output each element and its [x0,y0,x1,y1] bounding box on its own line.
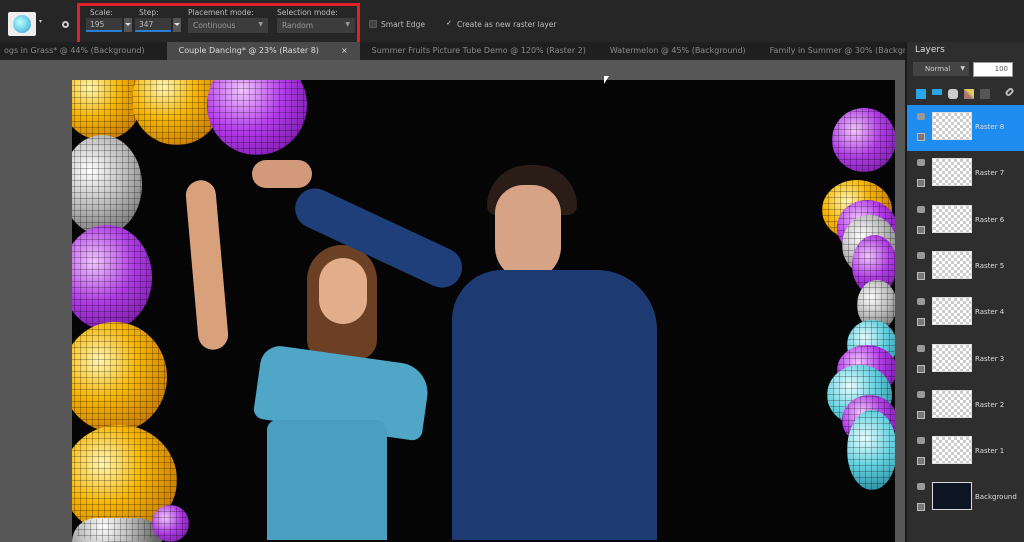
visibility-toggle-icon[interactable] [917,390,925,398]
disco-ball [847,410,895,490]
layer-lock-icon[interactable] [917,410,925,419]
visibility-toggle-icon[interactable] [917,159,925,167]
layer-name: Background [975,493,1017,502]
layer-lock-icon[interactable] [917,364,925,373]
placement-mode-label: Placement mode: [188,8,254,17]
layers-panel-title: Layers [915,45,945,55]
chevron-down-icon: ▼ [345,21,350,28]
visibility-toggle-icon[interactable] [917,298,925,306]
blend-mode-select[interactable]: Normal ▼ [913,62,969,76]
mouse-cursor-icon [604,76,609,84]
layers-panel: Layers Normal ▼ 100 Raster 8 Raster 7 Raste… [905,42,1024,542]
layer-thumbnail [932,436,972,465]
new-layer-label: Create as new raster layer [457,20,557,29]
layer-lock-icon[interactable] [917,457,925,466]
link-icon[interactable] [1004,86,1015,98]
step-spin-button[interactable] [173,18,181,32]
smart-edge-checkbox[interactable] [369,20,377,28]
layer-lock-icon[interactable] [917,271,925,280]
tab-dogs-in-grass[interactable]: ogs in Grass* @ 44% (Background) [0,42,157,60]
layer-row[interactable]: Raster 4 [907,290,1024,336]
settings-gear-icon[interactable] [62,21,69,28]
disco-ball [832,108,895,172]
tab-watermelon[interactable]: Watermelon @ 45% (Background) [598,42,758,60]
layer-lock-icon[interactable] [917,318,925,327]
new-mask-layer-icon[interactable] [948,89,958,99]
layer-name: Raster 3 [975,354,1005,363]
scale-spin-button[interactable] [124,18,132,32]
selection-mode-label: Selection mode: [277,8,338,17]
visibility-toggle-icon[interactable] [917,344,925,352]
layer-thumbnail [932,389,972,418]
layer-thumbnail [932,343,972,372]
man-figure [252,140,702,540]
layer-lock-icon[interactable] [917,503,925,512]
new-raster-layer-icon[interactable] [916,89,926,99]
layer-thumbnail [932,250,972,279]
layer-lock-icon[interactable] [917,133,925,141]
tab-family-in-summer[interactable]: Family in Summer @ 30% (Background) [758,42,905,60]
layer-thumbnail [932,158,972,187]
disco-ball [72,322,167,432]
disco-ball [72,80,142,140]
layer-name: Raster 5 [975,261,1005,270]
new-layer-checkbox[interactable]: ✓ [445,20,453,28]
tab-couple-dancing[interactable]: Couple Dancing* @ 23% (Raster 8) × [166,42,360,60]
disco-ball [152,505,189,542]
visibility-toggle-icon[interactable] [917,205,925,213]
visibility-toggle-icon[interactable] [917,483,925,491]
layer-thumbnail [932,297,972,326]
layer-thumbnail [932,482,972,511]
smart-edge-label: Smart Edge [381,20,425,29]
layer-row[interactable]: Raster 6 [907,198,1024,244]
step-input[interactable]: 347 [135,18,171,32]
tool-options-bar: ▾ Scale: 195 Step: 347 Placement mode: C… [0,0,1024,46]
tab-summer-fruits[interactable]: Summer Fruits Picture Tube Demo @ 120% (… [360,42,598,60]
opacity-input[interactable]: 100 [973,62,1013,77]
workspace [0,60,905,542]
layer-row[interactable]: Raster 1 [907,429,1024,475]
layer-row[interactable]: Raster 5 [907,244,1024,290]
disco-ball [72,518,162,542]
layer-name: Raster 6 [975,215,1005,224]
placement-mode-value: Continuous [193,21,236,30]
layer-thumbnail [932,204,972,233]
visibility-toggle-icon[interactable] [917,251,925,259]
blend-mode-value: Normal [925,65,951,73]
document-tabs: ogs in Grass* @ 44% (Background) Couple … [0,42,905,60]
layer-row[interactable]: Raster 8 [907,105,1024,151]
layer-name: Raster 8 [975,123,1005,131]
new-vector-layer-icon[interactable] [932,89,942,95]
close-icon[interactable]: × [341,46,348,55]
layer-lock-icon[interactable] [917,225,925,234]
layer-name: Raster 4 [975,308,1005,317]
selection-mode-value: Random [282,21,314,30]
delete-layer-icon[interactable] [980,89,990,99]
picture-tube-preset-icon[interactable] [8,12,36,36]
placement-mode-select[interactable]: Continuous ▼ [188,18,268,33]
disco-ball [72,135,142,235]
selection-mode-select[interactable]: Random ▼ [277,18,355,33]
layer-thumbnail [932,112,972,140]
layer-name: Raster 1 [975,447,1005,456]
preset-dropdown-arrow-icon[interactable]: ▾ [39,18,42,25]
layer-row[interactable]: Raster 3 [907,337,1024,383]
scale-input[interactable]: 195 [86,18,122,32]
disco-ball [72,225,152,330]
tab-label: Couple Dancing* @ 23% (Raster 8) [178,46,319,55]
adjustment-layer-icon[interactable] [964,89,974,99]
visibility-toggle-icon[interactable] [917,113,925,120]
scale-label: Scale: [90,8,113,17]
chevron-down-icon: ▼ [258,21,263,28]
image-canvas[interactable] [72,80,895,542]
visibility-toggle-icon[interactable] [917,437,925,445]
layer-lock-icon[interactable] [917,179,925,188]
step-label: Step: [139,8,159,17]
layer-row[interactable]: Raster 7 [907,151,1024,197]
layer-name: Raster 7 [975,169,1005,178]
layer-row[interactable]: Background [907,475,1024,521]
layer-row[interactable]: Raster 2 [907,383,1024,429]
chevron-down-icon: ▼ [960,65,965,72]
layer-name: Raster 2 [975,400,1005,409]
